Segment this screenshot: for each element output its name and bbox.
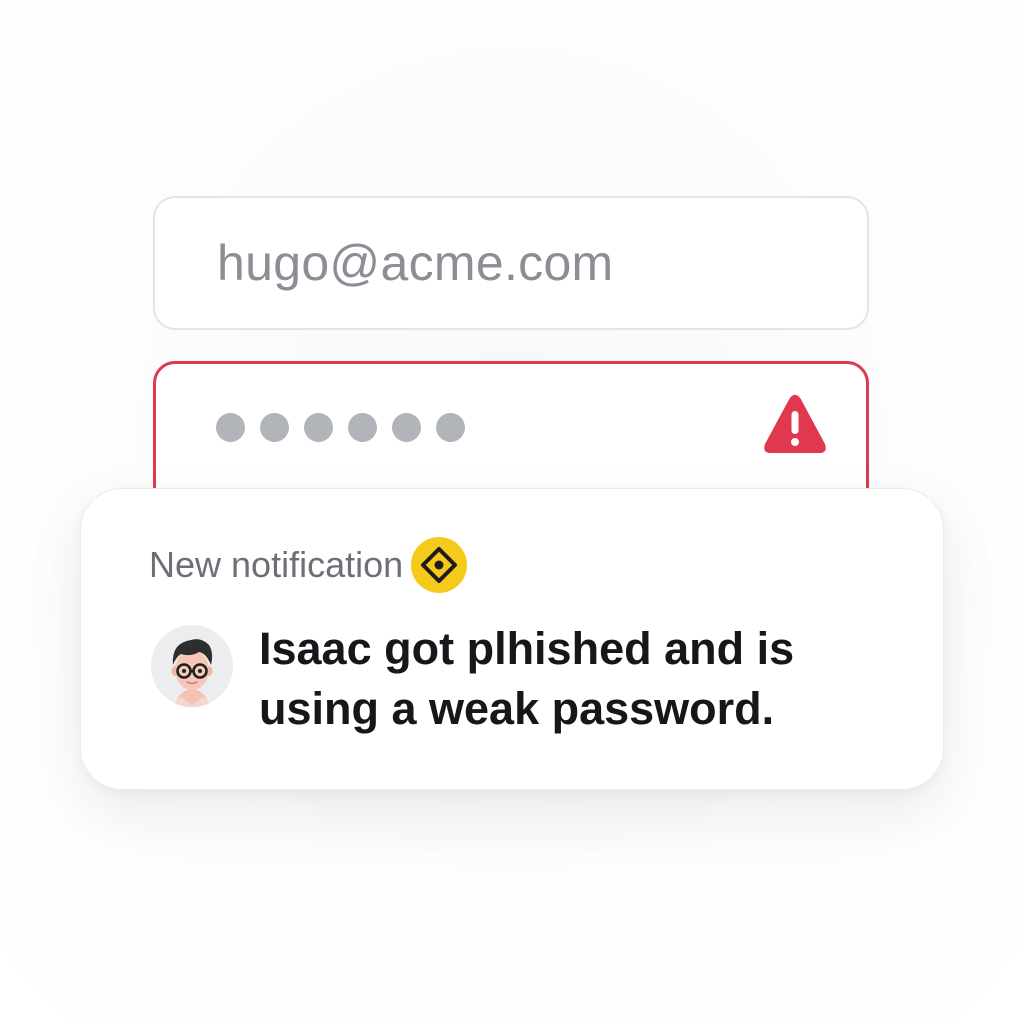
notification-title: New notification [149, 544, 404, 585]
password-mask [216, 413, 465, 442]
notification-card[interactable]: New notification Isaac got plhished and … [80, 488, 944, 790]
password-mask-dot [304, 413, 333, 442]
password-mask-dot [348, 413, 377, 442]
diamond-badge-icon [411, 537, 468, 593]
person-avatar-icon [151, 625, 233, 707]
notification-header: New notification [149, 537, 468, 593]
password-mask-dot [216, 413, 245, 442]
email-value: hugo@acme.com [217, 235, 614, 291]
notification-message: Isaac got plhished and is using a weak p… [259, 623, 795, 734]
password-mask-dot [260, 413, 289, 442]
email-field[interactable]: hugo@acme.com [153, 196, 869, 330]
password-mask-dot [392, 413, 421, 442]
avatar [151, 625, 233, 707]
warning-triangle-icon [764, 394, 826, 453]
password-mask-dot [436, 413, 465, 442]
